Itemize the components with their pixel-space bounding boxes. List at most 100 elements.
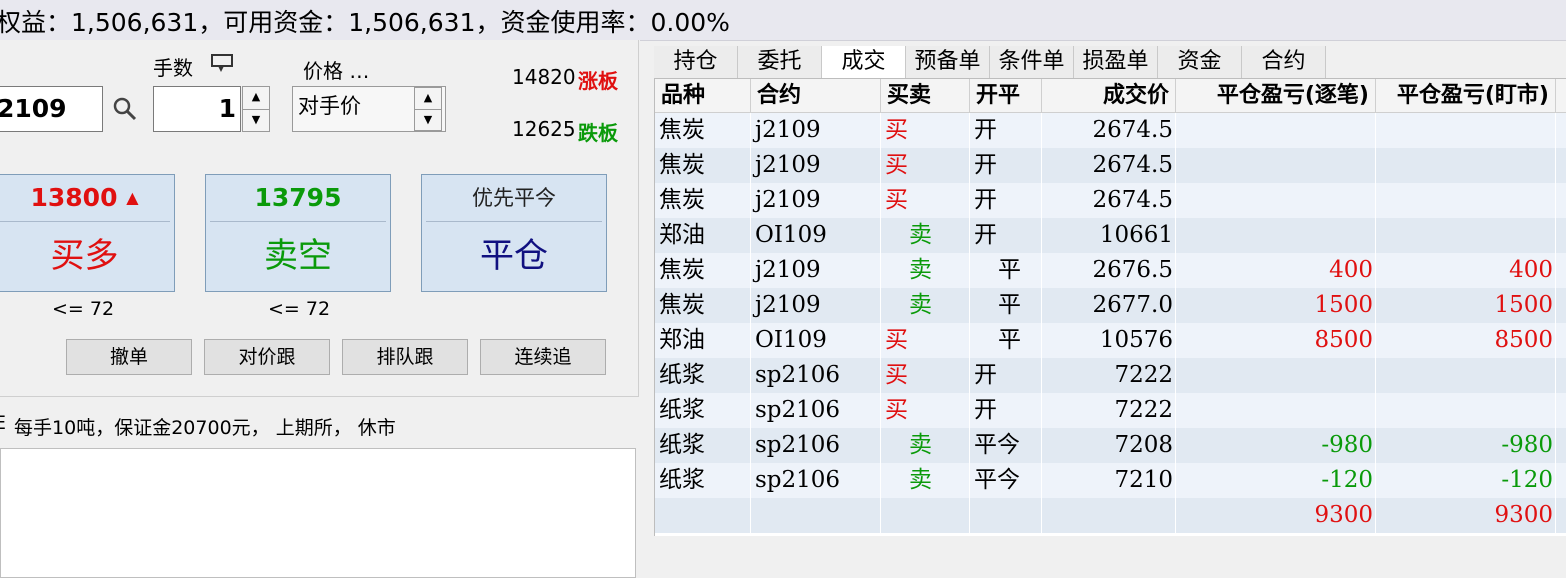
cell-variety: 焦炭 [655, 183, 751, 218]
cell-price: 10576 [1042, 323, 1176, 358]
cell-contract: sp2106 [751, 393, 881, 428]
table-row[interactable]: 焦炭 j2109 卖平 2676.5 400 400 [655, 253, 1566, 288]
cell-contract: j2109 [751, 183, 881, 218]
cancel-order-button[interactable]: 撤单 [66, 339, 192, 375]
qty-input-value: 1 [218, 94, 236, 123]
qty-input[interactable]: 1 [153, 86, 241, 132]
cell-pnl-trade [1176, 358, 1376, 393]
cell-variety: 焦炭 [655, 113, 751, 148]
log-area [0, 448, 636, 578]
table-row[interactable]: 郑油 OI109 买平 10576 8500 8500 [655, 323, 1566, 358]
cell-offset: 平 [970, 323, 1042, 358]
cell-pnl-mtm: 400 [1376, 253, 1556, 288]
cell-pnl-mtm [1376, 218, 1556, 253]
search-icon[interactable] [112, 96, 138, 122]
buy-long-button[interactable]: 13800 ▲ 买多 [0, 174, 175, 292]
cell-price: 7208 [1042, 428, 1176, 463]
cell-pnl-trade: 1500 [1176, 288, 1376, 323]
table-row[interactable]: 焦炭 j2109 卖平 2677.0 1500 1500 [655, 288, 1566, 323]
continuous-chase-button[interactable]: 连续追 [480, 339, 606, 375]
queue-follow-button[interactable]: 排队跟 [342, 339, 468, 375]
qty-stepper[interactable]: ▲ ▼ [242, 86, 270, 132]
cell-offset: 平今 [970, 463, 1042, 498]
cell-pnl-mtm [1376, 358, 1556, 393]
cell-side: 卖 [881, 428, 970, 463]
cell-pnl-mtm: 9300 [1376, 498, 1556, 533]
price-down-icon[interactable]: ▼ [415, 109, 441, 130]
header-offset[interactable]: 开平 [970, 79, 1042, 113]
cell-offset: 平 [970, 253, 1042, 288]
account-status-bar: 权益：1,506,631，可用资金：1,506,631，资金使用率：0.00% [0, 0, 1566, 41]
table-row[interactable]: 纸浆 sp2106 卖平今 7210 -120 -120 [655, 463, 1566, 498]
cell-variety: 纸浆 [655, 393, 751, 428]
table-row[interactable]: 纸浆 sp2106 卖平今 7208 -980 -980 [655, 428, 1566, 463]
qty-label: 手数 [153, 56, 193, 80]
tab-orders[interactable]: 委托 [738, 46, 822, 78]
buy-price: 13800 ▲ [0, 175, 174, 221]
cell-variety: 纸浆 [655, 463, 751, 498]
table-row[interactable]: 焦炭 j2109 买开 2674.5 [655, 148, 1566, 183]
cell-variety: 郑油 [655, 218, 751, 253]
tab-conditional-orders[interactable]: 条件单 [990, 46, 1074, 78]
sell-short-button[interactable]: 13795 卖空 [205, 174, 391, 292]
cell-contract [751, 498, 881, 533]
cell-side [881, 498, 970, 533]
cell-pnl-trade: 400 [1176, 253, 1376, 288]
cell-offset: 开 [970, 218, 1042, 253]
cell-price: 7222 [1042, 393, 1176, 428]
match-price-follow-button[interactable]: 对价跟 [204, 339, 330, 375]
cell-offset: 开 [970, 393, 1042, 428]
table-row[interactable]: 焦炭 j2109 买开 2674.5 [655, 113, 1566, 148]
cell-contract: j2109 [751, 288, 881, 323]
tab-positions[interactable]: 持仓 [654, 46, 738, 78]
table-row[interactable]: 纸浆 sp2106 买开 7222 [655, 393, 1566, 428]
order-panel: 2109 手数 1 ▲ ▼ 价格 … 对手价 ▲ ▼ 14820 涨板 1262… [0, 40, 640, 578]
cell-variety: 焦炭 [655, 288, 751, 323]
header-trade-price[interactable]: 成交价 [1042, 79, 1176, 113]
cell-pnl-mtm [1376, 183, 1556, 218]
cell-offset [970, 498, 1042, 533]
tab-trades[interactable]: 成交 [822, 46, 906, 78]
header-pnl-by-trade[interactable]: 平仓盈亏(逐笔) [1176, 79, 1376, 113]
cell-contract: j2109 [751, 148, 881, 183]
limit-down-label: 跌板 [578, 121, 618, 145]
cell-side: 买 [881, 393, 970, 428]
tab-stop-orders[interactable]: 损盈单 [1074, 46, 1158, 78]
header-pnl-mark-to-market[interactable]: 平仓盈亏(盯市) [1376, 79, 1556, 113]
cell-contract: j2109 [751, 253, 881, 288]
account-status-text: 权益：1,506,631，可用资金：1,506,631，资金使用率：0.00% [0, 8, 730, 37]
sell-short-label: 卖空 [264, 236, 332, 276]
cell-variety [655, 498, 751, 533]
table-row[interactable]: 纸浆 sp2106 买开 7222 [655, 358, 1566, 393]
qty-toggle-icon[interactable] [210, 53, 236, 75]
cell-pnl-trade: -120 [1176, 463, 1376, 498]
tab-contracts[interactable]: 合约 [1242, 46, 1326, 78]
trade-records-panel: 持仓 委托 成交 预备单 条件单 损盈单 资金 合约 品种 合约 买卖 开平 成… [654, 46, 1566, 536]
price-stepper[interactable]: ▲ ▼ [414, 87, 442, 131]
cell-variety: 郑油 [655, 323, 751, 358]
price-up-icon[interactable]: ▲ [415, 88, 441, 109]
tab-bar: 持仓 委托 成交 预备单 条件单 损盈单 资金 合约 [654, 46, 1566, 79]
cell-offset: 平今 [970, 428, 1042, 463]
qty-down-icon[interactable]: ▼ [243, 109, 269, 131]
table-row[interactable]: 郑油 OI109 卖开 10661 [655, 218, 1566, 253]
order-entry-box: 2109 手数 1 ▲ ▼ 价格 … 对手价 ▲ ▼ 14820 涨板 1262… [0, 40, 639, 397]
table-row[interactable]: 焦炭 j2109 买开 2674.5 [655, 183, 1566, 218]
cell-offset: 开 [970, 358, 1042, 393]
buy-volume-note: <= 72 [52, 298, 115, 320]
header-side[interactable]: 买卖 [881, 79, 970, 113]
qty-up-icon[interactable]: ▲ [243, 87, 269, 109]
cell-price: 10661 [1042, 218, 1176, 253]
header-variety[interactable]: 品种 [655, 79, 751, 113]
cell-variety: 焦炭 [655, 148, 751, 183]
cell-price: 2674.5 [1042, 148, 1176, 183]
close-position-button[interactable]: 优先平今 平仓 [421, 174, 607, 292]
contract-input[interactable]: 2109 [0, 86, 103, 132]
table-row[interactable]: 9300 9300 [655, 498, 1566, 533]
contract-info-text: E 每手10吨，保证金20700元， 上期所， 休市 [0, 412, 396, 440]
header-contract[interactable]: 合约 [751, 79, 881, 113]
cell-variety: 焦炭 [655, 253, 751, 288]
tab-prepared-orders[interactable]: 预备单 [906, 46, 990, 78]
tab-funds[interactable]: 资金 [1158, 46, 1242, 78]
price-label: 价格 … [303, 59, 370, 83]
